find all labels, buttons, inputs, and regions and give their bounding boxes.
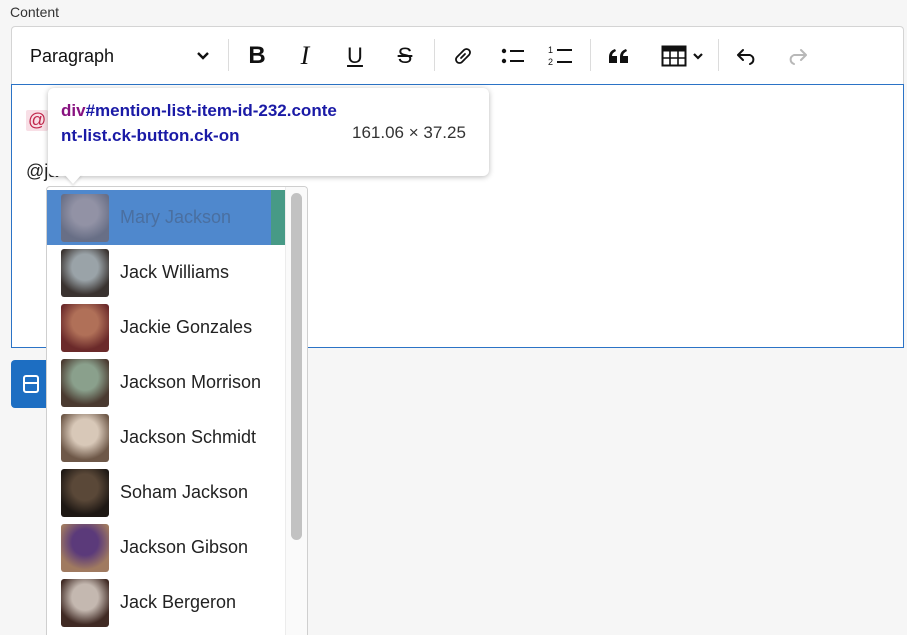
mention-item-name: Mary Jackson: [120, 207, 232, 227]
underline-icon: U: [347, 43, 363, 68]
bulleted-list-button[interactable]: [496, 27, 530, 85]
underline-button[interactable]: U: [338, 27, 372, 85]
avatar: [61, 248, 109, 297]
mention-list: Jack Bergeron Jackson Gibson Soham Jackson…: [46, 186, 308, 635]
link-button[interactable]: [446, 27, 480, 85]
element-selector: div#mention-list-item-id-232.content-lis…: [61, 98, 341, 148]
bold-icon: B: [248, 42, 266, 69]
avatar: [61, 358, 109, 407]
undo-button[interactable]: [730, 27, 764, 85]
numbered-list-icon: 12: [548, 45, 572, 67]
svg-text:2: 2: [548, 57, 553, 67]
mention-item-name: Soham Jackson: [120, 482, 249, 502]
avatar: [61, 413, 109, 462]
redo-button[interactable]: [780, 27, 814, 85]
editor-toolbar: Paragraph B I U S 12: [11, 26, 904, 84]
mention-chip: @: [26, 110, 49, 131]
mention-item-name: Jackson Gibson: [120, 537, 249, 557]
scrollbar[interactable]: [285, 187, 307, 635]
bold-button[interactable]: B: [240, 27, 274, 85]
avatar: [61, 193, 109, 242]
mention-item-name: Jack Bergeron: [120, 592, 237, 612]
toolbar-separator: [718, 39, 719, 71]
table-icon: [661, 45, 686, 67]
highlight-overlay-edge: [271, 190, 285, 245]
mention-list-item[interactable]: Jack Bergeron: [47, 575, 285, 630]
chevron-down-icon: [197, 52, 209, 60]
element-dimensions: 161.06 × 37.25: [352, 123, 466, 142]
numbered-list-button[interactable]: 12: [544, 27, 578, 85]
italic-icon: I: [300, 41, 310, 70]
avatar: [61, 468, 109, 517]
mention-list-item[interactable]: Jackson Gibson: [47, 520, 285, 575]
scrollbar-thumb[interactable]: [291, 193, 302, 540]
tooltip-arrow: [64, 174, 82, 184]
heading-dropdown[interactable]: Paragraph: [20, 27, 220, 85]
mention-item-name: Jackie Gonzales: [120, 317, 253, 337]
strikethrough-icon: S: [397, 43, 413, 68]
mention-item-name: Jackson Schmidt: [120, 427, 257, 447]
mention-list-item[interactable]: Jackson Morrison: [47, 355, 285, 410]
strikethrough-button[interactable]: S: [388, 27, 422, 85]
blockquote-icon: [609, 49, 628, 63]
save-icon: [23, 375, 39, 393]
svg-text:1: 1: [548, 45, 553, 55]
avatar: [61, 303, 109, 352]
heading-dropdown-label: Paragraph: [30, 45, 115, 66]
avatar: [61, 523, 109, 572]
mention-list-item[interactable]: Jackie Gonzales: [47, 300, 285, 355]
toolbar-separator: [228, 39, 229, 71]
toolbar-separator: [590, 39, 591, 71]
mention-item-name: Jack Williams: [120, 262, 230, 282]
redo-icon: [789, 49, 807, 65]
link-icon: [455, 48, 471, 64]
editor-page: Content Paragraph B I U S 12 @ @ja Jack …: [0, 0, 907, 635]
selector-tag: div: [61, 101, 86, 120]
italic-button[interactable]: I: [288, 27, 322, 85]
content-field-label: Content: [10, 4, 60, 20]
inspector-tooltip: div#mention-list-item-id-232.content-lis…: [48, 88, 489, 184]
toolbar-separator: [434, 39, 435, 71]
blockquote-button[interactable]: [602, 27, 636, 85]
mention-list-item[interactable]: Mary Jackson: [47, 190, 285, 245]
mention-item-name: Jackson Morrison: [120, 372, 262, 392]
chevron-down-icon: [692, 52, 703, 60]
selector-id-classes: #mention-list-item-id-232.content-list.c…: [61, 101, 337, 145]
mention-list-item[interactable]: Jackson Schmidt: [47, 410, 285, 465]
undo-icon: [737, 49, 755, 65]
bulleted-list-icon: [501, 48, 524, 64]
avatar: [61, 578, 109, 627]
table-button[interactable]: [652, 27, 712, 85]
mention-list-item[interactable]: Soham Jackson: [47, 465, 285, 520]
save-button[interactable]: [11, 360, 51, 408]
mention-list-item[interactable]: Jack Williams: [47, 245, 285, 300]
